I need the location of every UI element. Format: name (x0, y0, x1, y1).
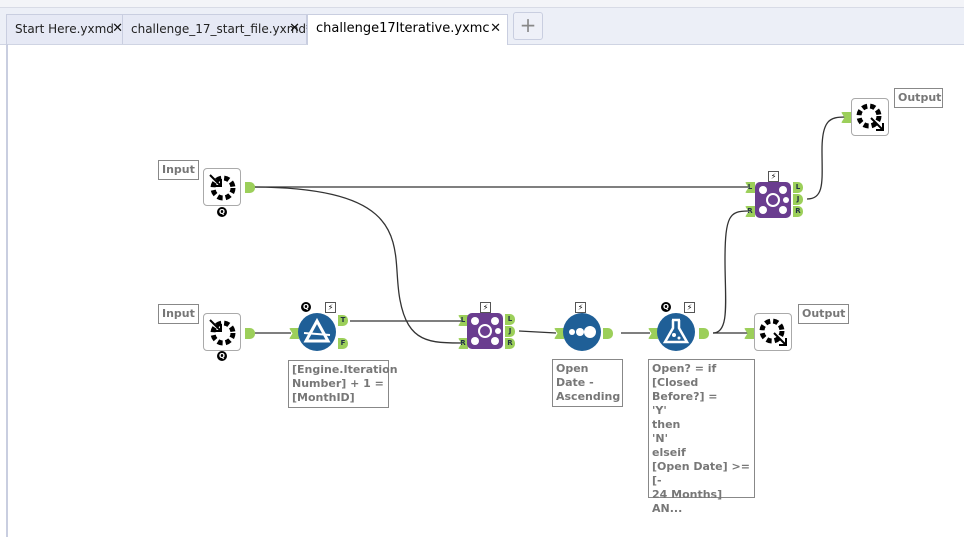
flask-icon (662, 318, 690, 344)
output2-label: Output (798, 304, 850, 324)
wire-join2-sort (518, 330, 557, 334)
wire-input1-join2 (249, 186, 464, 344)
sort-annotation: Open Date - Ascending (552, 359, 623, 407)
formula-tool[interactable] (657, 313, 695, 351)
formula-annotation: Open? = if [Closed Before?] = 'Y' then '… (648, 359, 755, 515)
annotation-line: then (652, 418, 681, 431)
q-badge: Q (661, 302, 671, 312)
output-anchor[interactable] (245, 182, 255, 193)
filter-tool[interactable] (298, 313, 336, 351)
true-anchor[interactable]: T (338, 315, 348, 326)
annotation-line: 'N' (652, 432, 668, 445)
annotation-line: Open? = if (652, 362, 717, 375)
annotation-line: 24 Months] (652, 488, 723, 501)
join-icon (471, 317, 501, 345)
sort-tool[interactable] (563, 313, 601, 351)
annotation-line: [Open Date] >= [- (652, 460, 750, 487)
lightning-icon: ⚡ (768, 171, 779, 182)
annotation-line: 'Y' (652, 404, 667, 417)
lightning-icon: ⚡ (480, 302, 491, 313)
input1-label: Input (158, 160, 199, 180)
lightning-icon: ⚡ (325, 302, 336, 313)
connections (249, 116, 846, 344)
left-output-anchor[interactable]: L (793, 182, 803, 193)
output1-label: Output (894, 88, 943, 108)
join-tool[interactable] (467, 313, 503, 349)
macro-input-tool-2[interactable] (203, 313, 241, 351)
right-output-anchor[interactable]: R (793, 206, 803, 217)
right-output-anchor[interactable]: R (505, 338, 515, 349)
annotation-line: AN... (652, 502, 683, 515)
macro-output-tool-1[interactable] (851, 98, 889, 136)
sort-icon (569, 326, 596, 338)
macro-input-tool-1[interactable] (203, 168, 241, 206)
filter-annotation: [Engine.Iteration Number] + 1 = [MonthID… (288, 360, 398, 408)
join-icon (759, 186, 789, 214)
macro-output-tool-2[interactable] (754, 313, 792, 351)
filter-icon (303, 317, 331, 343)
q-badge: Q (217, 207, 227, 217)
left-output-anchor[interactable]: L (505, 314, 515, 325)
join-output-anchor[interactable]: J (505, 326, 515, 337)
join-output-anchor[interactable]: J (793, 194, 803, 205)
output-anchor[interactable] (245, 328, 255, 339)
lightning-icon: ⚡ (684, 302, 695, 313)
false-anchor[interactable]: F (338, 338, 348, 349)
wire-formula-join-top (712, 210, 749, 334)
q-badge: Q (217, 351, 227, 361)
macro-output-icon (759, 318, 787, 346)
macro-input-icon (209, 174, 236, 201)
join-tool-top[interactable] (755, 182, 791, 218)
annotation-line: [Closed Before?] = (652, 376, 718, 403)
input2-label: Input (158, 304, 199, 324)
wire-join-top-output (806, 116, 846, 200)
output-anchor[interactable] (603, 328, 613, 339)
macro-output-icon (856, 103, 884, 131)
lightning-icon: ⚡ (575, 302, 586, 313)
output-anchor[interactable] (699, 328, 709, 339)
macro-input-icon (209, 319, 236, 346)
annotation-line: elseif (652, 446, 686, 459)
q-badge: Q (301, 302, 311, 312)
